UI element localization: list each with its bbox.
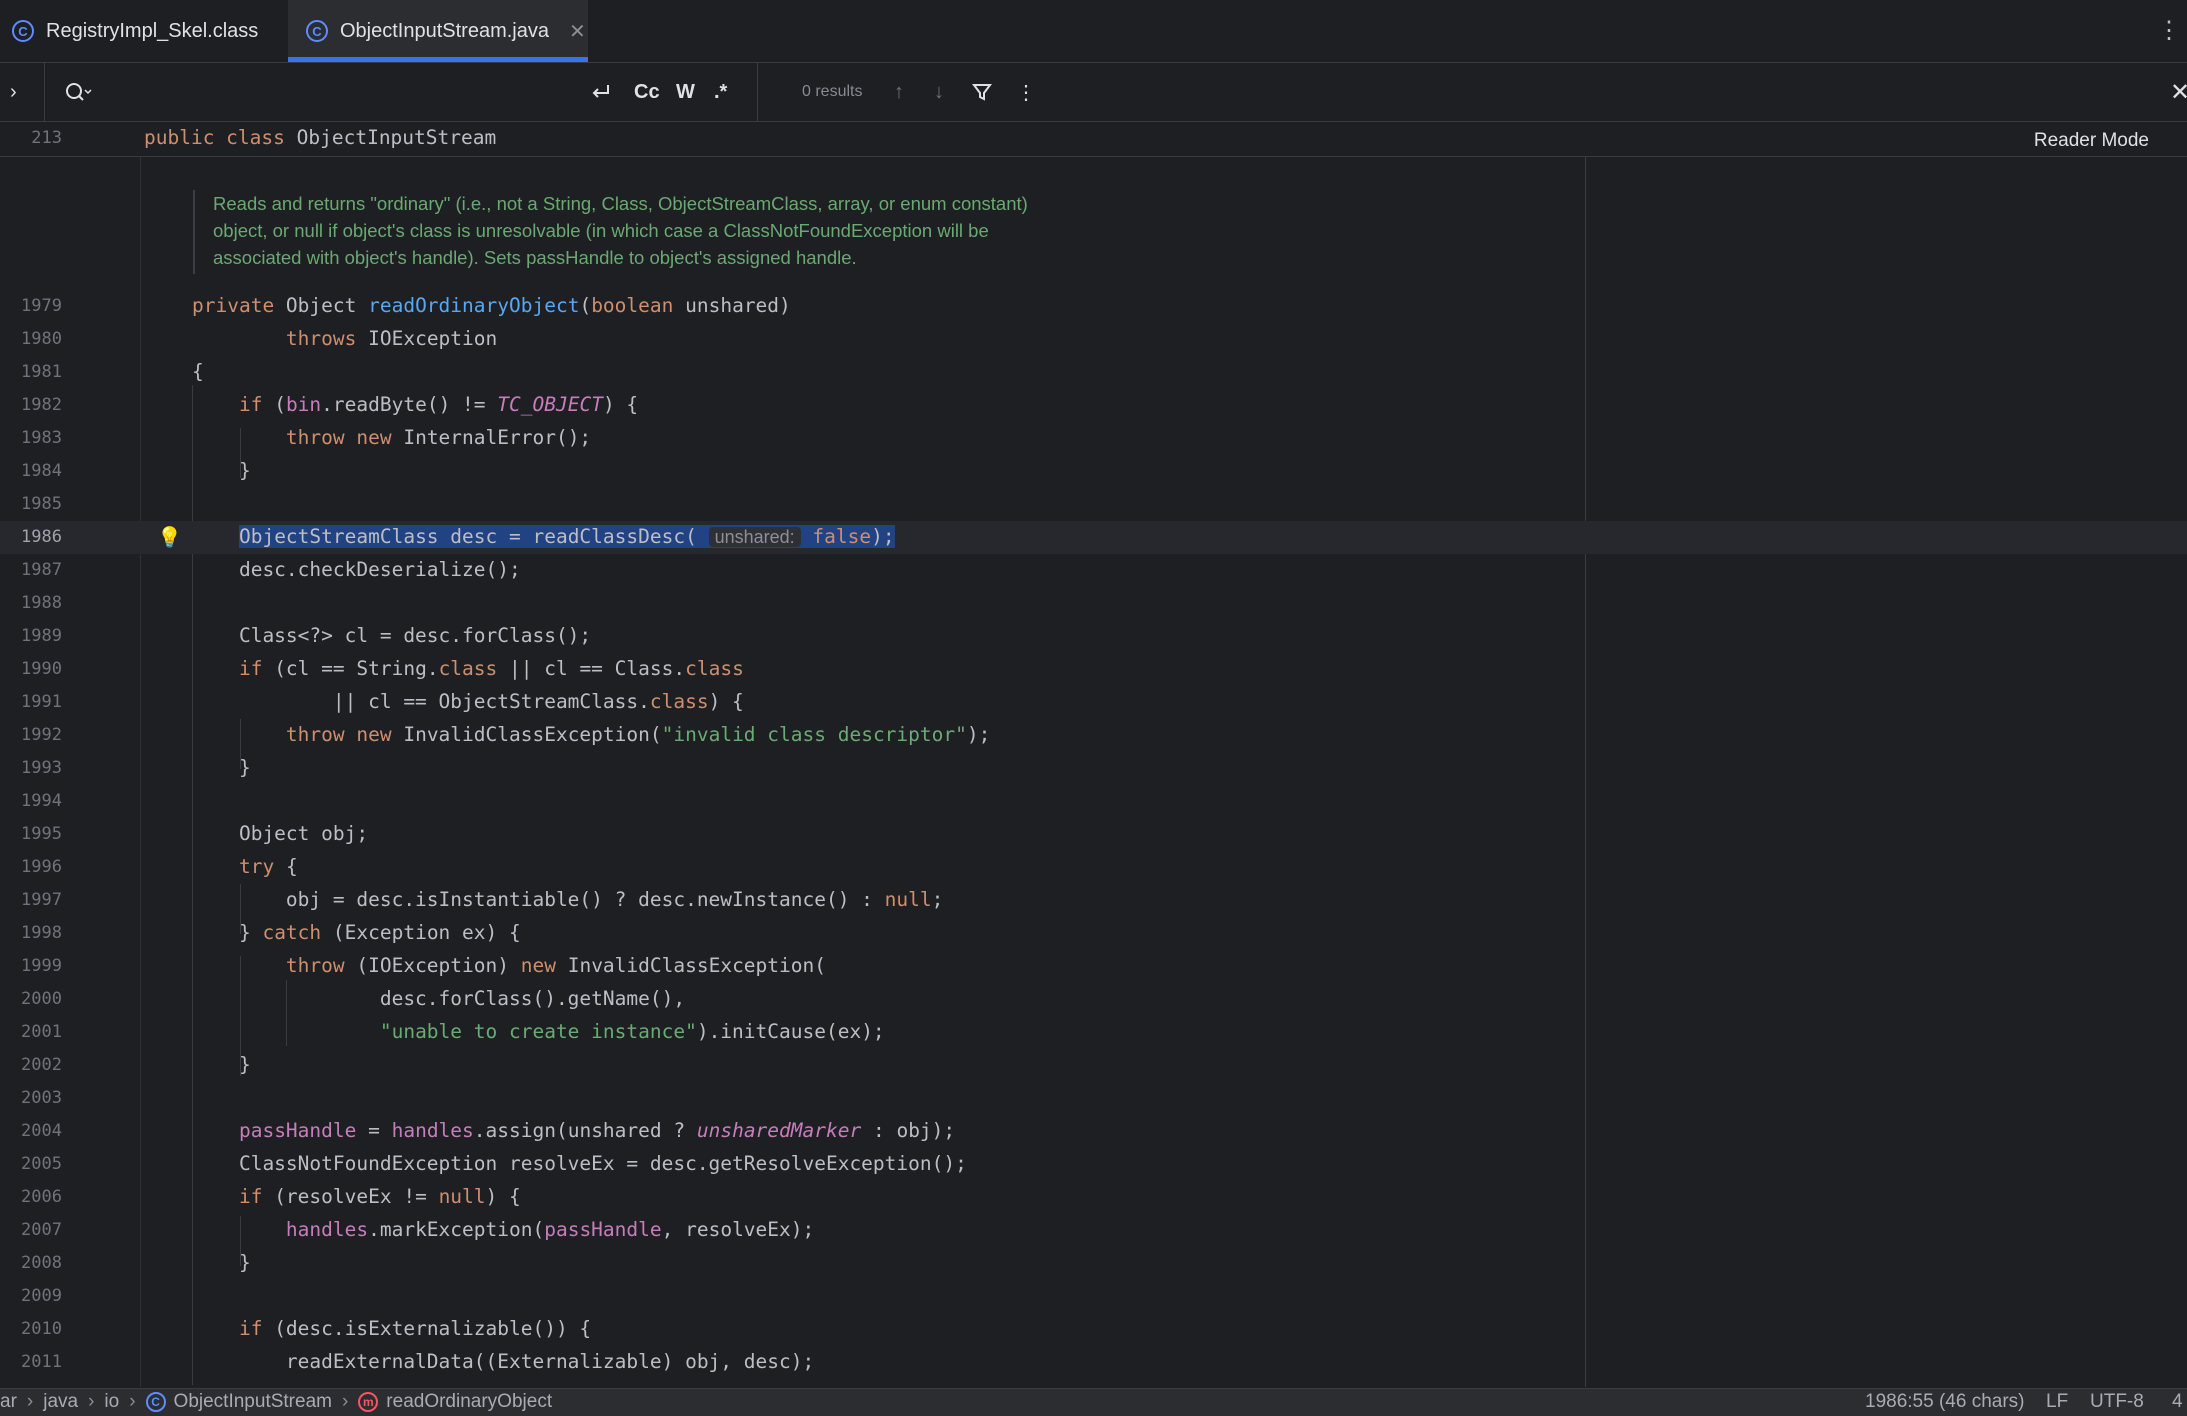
tab-objectinputstream[interactable]: C ObjectInputStream.java ✕ xyxy=(288,0,588,62)
class-file-icon: C xyxy=(12,20,34,42)
java-class-icon: C xyxy=(306,20,328,42)
code-line[interactable]: 1991 || cl == ObjectStreamClass.class) { xyxy=(0,686,2187,719)
chevron-right-icon: › xyxy=(129,1391,136,1412)
code-line[interactable]: 1993 } xyxy=(0,752,2187,785)
breadcrumb: ar › java › io › C ObjectInputStream › m… xyxy=(0,1391,552,1413)
code-line[interactable]: 1994 xyxy=(0,785,2187,818)
code-line[interactable]: 2001 "unable to create instance").initCa… xyxy=(0,1016,2187,1049)
method-icon: m xyxy=(358,1392,379,1412)
more-options-icon[interactable]: ⋮ xyxy=(1016,63,1036,121)
code-line[interactable]: 2002 } xyxy=(0,1049,2187,1082)
code-line[interactable]: 1992 throw new InvalidClassException("in… xyxy=(0,719,2187,752)
code-line[interactable]: 1999 throw (IOException) new InvalidClas… xyxy=(0,950,2187,983)
close-tab-icon[interactable]: ✕ xyxy=(569,19,586,44)
code-line[interactable]: 1996 try { xyxy=(0,851,2187,884)
doc-line: associated with object's handle). Sets p… xyxy=(213,247,857,268)
code-line[interactable]: 2000 desc.forClass().getName(), xyxy=(0,983,2187,1016)
breadcrumb-item[interactable]: ar xyxy=(0,1391,17,1413)
reader-mode-button[interactable]: Reader Mode xyxy=(2034,130,2149,152)
javadoc-rendered: Reads and returns "ordinary" (i.e., not … xyxy=(193,190,1213,274)
code-line[interactable]: 1995 Object obj; xyxy=(0,818,2187,851)
code-line[interactable]: 2003 xyxy=(0,1082,2187,1115)
code-line[interactable]: 2005 ClassNotFoundException resolveEx = … xyxy=(0,1148,2187,1181)
close-find-icon[interactable]: ✕ xyxy=(2170,63,2187,121)
class-icon: C xyxy=(145,1392,166,1412)
tab-registryimpl-skel[interactable]: C RegistryImpl_Skel.class xyxy=(0,0,285,62)
filter-icon[interactable] xyxy=(971,63,993,121)
code-line[interactable]: 1998 } catch (Exception ex) { xyxy=(0,917,2187,950)
find-bar: › Cc W .* 0 results ↑ ↓ ⋮ ✕ xyxy=(0,63,2187,122)
tab-label: RegistryImpl_Skel.class xyxy=(46,19,259,42)
code-line[interactable]: 1988 xyxy=(0,587,2187,620)
code-line[interactable]: 2010 if (desc.isExternalizable()) { xyxy=(0,1313,2187,1346)
line-separator[interactable]: LF xyxy=(2046,1391,2068,1413)
code-line[interactable]: 1989 Class<?> cl = desc.forClass(); xyxy=(0,620,2187,653)
code-line[interactable]: 1990 if (cl == String.class || cl == Cla… xyxy=(0,653,2187,686)
code-line[interactable]: 1984 } xyxy=(0,455,2187,488)
code-line[interactable]: 1982 if (bin.readByte() != TC_OBJECT) { xyxy=(0,389,2187,422)
search-history-icon[interactable] xyxy=(64,63,92,121)
lightbulb-intention-icon[interactable]: 💡 xyxy=(157,525,182,550)
results-count: 0 results xyxy=(802,83,863,100)
code-line[interactable]: 1979 private Object readOrdinaryObject(bo… xyxy=(0,290,2187,323)
breadcrumb-item[interactable]: readOrdinaryObject xyxy=(386,1391,552,1413)
code-line[interactable]: 2008 } xyxy=(0,1247,2187,1280)
breadcrumb-item[interactable]: io xyxy=(104,1391,119,1413)
code-line[interactable]: 2007 handles.markException(passHandle, r… xyxy=(0,1214,2187,1247)
code-line[interactable]: 2006 if (resolveEx != null) { xyxy=(0,1181,2187,1214)
new-line-icon[interactable] xyxy=(590,63,612,121)
chevron-right-icon: › xyxy=(26,1391,34,1412)
chevron-right-icon: › xyxy=(341,1391,349,1412)
code-line[interactable]: 2011 readExternalData((Externalizable) o… xyxy=(0,1346,2187,1379)
expand-replace-icon[interactable]: › xyxy=(10,63,17,121)
sticky-scope-header: 213 public class ObjectInputStream xyxy=(0,122,2187,157)
code-line[interactable]: 1985 xyxy=(0,488,2187,521)
line-number: 213 xyxy=(31,128,62,148)
parameter-hint: unshared: xyxy=(708,527,801,547)
file-encoding[interactable]: UTF-8 xyxy=(2090,1391,2144,1413)
breadcrumb-item[interactable]: ObjectInputStream xyxy=(174,1391,332,1413)
code-line[interactable]: 2004 passHandle = handles.assign(unshare… xyxy=(0,1115,2187,1148)
status-bar: ar › java › io › C ObjectInputStream › m… xyxy=(0,1388,2187,1416)
chevron-right-icon: › xyxy=(88,1391,95,1412)
indent-setting[interactable]: 4 xyxy=(2172,1391,2183,1413)
sticky-line[interactable]: 213 public class ObjectInputStream xyxy=(0,122,2187,155)
match-case-toggle[interactable]: Cc xyxy=(634,63,660,121)
whole-words-toggle[interactable]: W xyxy=(676,63,695,121)
search-input[interactable] xyxy=(90,63,570,121)
caret-position[interactable]: 1986:55 (46 chars) xyxy=(1865,1391,2025,1413)
next-occurrence-icon[interactable]: ↓ xyxy=(934,63,944,121)
code-line[interactable]: 1987 desc.checkDeserialize(); xyxy=(0,554,2187,587)
regex-toggle[interactable]: .* xyxy=(714,63,727,121)
sticky-keyword: public class xyxy=(144,126,285,149)
code-line-current[interactable]: 1986 ObjectStreamClass desc = readClassD… xyxy=(0,521,2187,554)
code-line[interactable]: 1997 obj = desc.isInstantiable() ? desc.… xyxy=(0,884,2187,917)
editor-tab-bar: C RegistryImpl_Skel.class C ObjectInputS… xyxy=(0,0,2187,63)
code-line[interactable]: 1981{ xyxy=(0,356,2187,389)
more-tabs-icon[interactable]: ⋮ xyxy=(2157,16,2181,45)
breadcrumb-item[interactable]: java xyxy=(43,1391,78,1413)
code-line[interactable]: 2009 xyxy=(0,1280,2187,1313)
sticky-class-name: ObjectInputStream xyxy=(296,126,497,149)
code-line[interactable]: 1980 throws IOException xyxy=(0,323,2187,356)
doc-line: object, or null if object's class is unr… xyxy=(213,220,989,241)
doc-line: Reads and returns "ordinary" (i.e., not … xyxy=(213,193,1028,214)
tab-label: ObjectInputStream.java xyxy=(340,19,549,42)
code-line[interactable]: 1983 throw new InternalError(); xyxy=(0,422,2187,455)
previous-occurrence-icon[interactable]: ↑ xyxy=(894,63,904,121)
